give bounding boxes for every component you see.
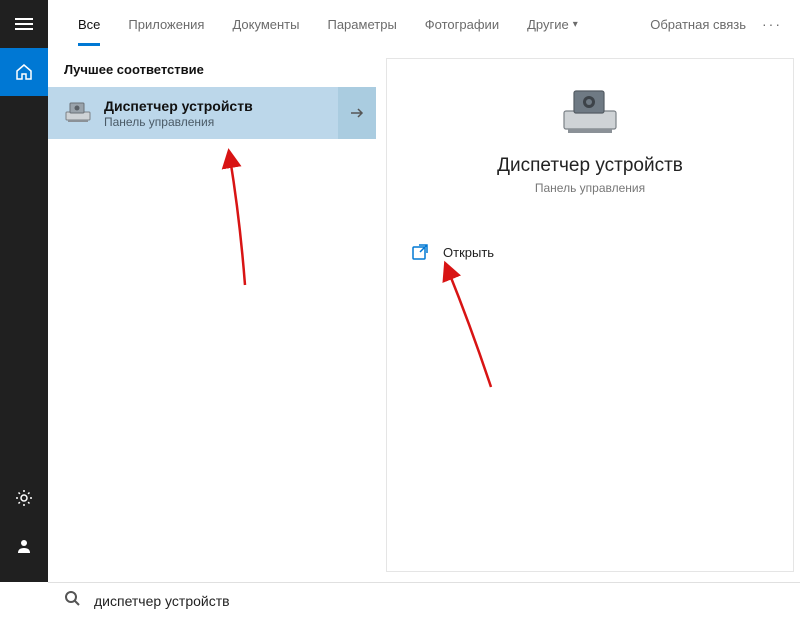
detail-title: Диспетчер устройств <box>497 155 683 177</box>
tab-label: Другие <box>527 17 569 32</box>
user-icon <box>15 537 33 555</box>
tab-photos[interactable]: Фотографии <box>413 0 511 48</box>
home-icon <box>15 63 33 81</box>
hamburger-icon <box>15 15 33 33</box>
tab-all[interactable]: Все <box>66 0 112 48</box>
detail-subtitle: Панель управления <box>535 181 645 195</box>
more-options-button[interactable]: ··· <box>762 16 782 32</box>
tab-settings[interactable]: Параметры <box>315 0 408 48</box>
result-title: Диспетчер устройств <box>104 98 338 114</box>
user-button[interactable] <box>0 522 48 570</box>
arrow-right-icon <box>349 105 365 121</box>
tab-label: Параметры <box>327 17 396 32</box>
search-result-item[interactable]: Диспетчер устройств Панель управления <box>48 87 376 139</box>
settings-button[interactable] <box>0 474 48 522</box>
open-action[interactable]: Открыть <box>387 235 793 269</box>
content-area: Лучшее соответствие Диспетчер устройств … <box>48 48 800 582</box>
tab-documents[interactable]: Документы <box>220 0 311 48</box>
action-label: Открыть <box>443 245 494 260</box>
home-button[interactable] <box>0 48 48 96</box>
search-icon <box>64 590 80 611</box>
tab-label: Документы <box>232 17 299 32</box>
tab-label: Фотографии <box>425 17 499 32</box>
search-bar <box>48 582 800 618</box>
tab-label: Приложения <box>128 17 204 32</box>
tab-label: Все <box>78 17 100 32</box>
search-input[interactable] <box>94 593 784 609</box>
menu-button[interactable] <box>0 0 48 48</box>
result-subtitle: Панель управления <box>104 115 338 129</box>
gear-icon <box>15 489 33 507</box>
sidebar <box>0 0 48 582</box>
result-text: Диспетчер устройств Панель управления <box>104 98 338 129</box>
feedback-link[interactable]: Обратная связь <box>650 17 746 32</box>
tab-more[interactable]: Другие ▾ <box>515 0 590 48</box>
detail-app-icon <box>562 89 618 137</box>
detail-pane: Диспетчер устройств Панель управления От… <box>386 58 794 572</box>
tab-apps[interactable]: Приложения <box>116 0 216 48</box>
expand-result-button[interactable] <box>338 87 376 139</box>
device-manager-icon <box>64 99 92 127</box>
open-icon <box>411 243 429 261</box>
results-pane: Лучшее соответствие Диспетчер устройств … <box>48 48 376 582</box>
chevron-down-icon: ▾ <box>573 19 578 30</box>
results-section-header: Лучшее соответствие <box>48 48 376 87</box>
filter-tabs: Все Приложения Документы Параметры Фотог… <box>48 0 800 48</box>
